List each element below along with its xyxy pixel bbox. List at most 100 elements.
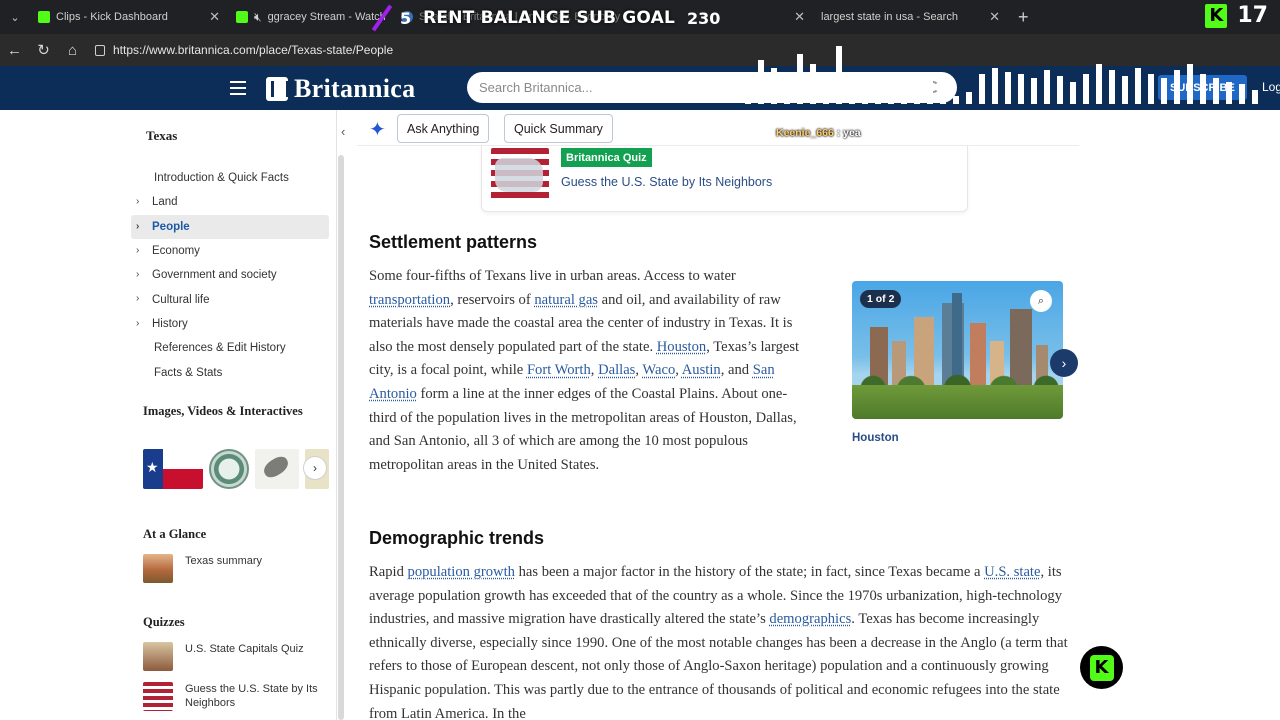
visualizer-bar: [784, 76, 790, 104]
ask-anything-button[interactable]: Ask Anything: [397, 114, 490, 143]
visualizer-bar: [771, 68, 777, 104]
chevron-right-icon[interactable]: ›: [136, 269, 139, 280]
visualizer-bar: [940, 82, 946, 104]
sidebar-item-label: Facts & Stats: [154, 366, 223, 379]
reload-icon[interactable]: ↻: [29, 34, 58, 66]
close-icon[interactable]: ✕: [209, 9, 220, 25]
tab-search-chevron-icon[interactable]: ⌄: [0, 0, 30, 34]
neighbors-quiz-link[interactable]: Guess the U.S. State by Its Neighbors: [143, 682, 325, 711]
visualizer-bar: [1018, 74, 1024, 104]
goal-current: 5: [400, 8, 412, 28]
article-link[interactable]: Fort Worth: [527, 362, 591, 378]
visualizer-bar: [1044, 70, 1050, 104]
settlement-paragraph: Some four-fifths of Texans live in urban…: [369, 265, 814, 477]
demographic-paragraph: Rapid population growth has been a major…: [369, 561, 1081, 720]
article-link[interactable]: natural gas: [534, 292, 598, 308]
article-link[interactable]: Dallas: [598, 362, 635, 378]
chevron-right-icon[interactable]: ›: [136, 245, 139, 256]
visualizer-bar: [992, 68, 998, 104]
kick-favicon-icon: [38, 11, 50, 23]
sidebar-item-history[interactable]: › History: [131, 312, 329, 336]
article-link[interactable]: U.S. state: [984, 564, 1040, 580]
sidebar-item-cultural-life[interactable]: › Cultural life: [131, 287, 329, 311]
sidebar-item-label: Economy: [152, 245, 200, 258]
figure-caption[interactable]: Houston: [852, 432, 899, 444]
visualizer-bar: [1135, 68, 1141, 104]
chevron-right-icon[interactable]: ›: [136, 196, 139, 207]
kick-watermark: K: [1080, 646, 1123, 689]
sidebar-item-land[interactable]: › Land: [131, 190, 329, 214]
quiz-link[interactable]: Guess the U.S. State by Its Neighbors: [561, 175, 772, 189]
sidebar-item-people[interactable]: › People: [131, 214, 329, 239]
visualizer-bar: [953, 96, 959, 104]
chat-text: : yea: [833, 127, 861, 139]
tab-kick-dashboard[interactable]: Clips - Kick Dashboard ✕: [30, 3, 228, 31]
sidebar-scrollbar[interactable]: [338, 155, 344, 720]
texas-seal-thumbnail[interactable]: [209, 449, 249, 489]
article-text: . Texas has become increasingly ethnical…: [369, 611, 1068, 720]
article-text: ,: [590, 362, 599, 379]
article-text: Some four-fifths of Texans live in urban…: [369, 268, 736, 284]
article-link[interactable]: Waco: [642, 362, 675, 378]
visualizer-bar: [927, 76, 933, 104]
chevron-right-icon[interactable]: ›: [136, 293, 139, 304]
article-link[interactable]: population growth: [408, 564, 515, 580]
url-field[interactable]: https://www.britannica.com/place/Texas-s…: [95, 43, 393, 57]
menu-icon[interactable]: [230, 81, 246, 95]
britannica-thistle-icon: [266, 77, 289, 101]
visualizer-bar: [849, 80, 855, 104]
sidebar-item-facts-stats[interactable]: Facts & Stats: [131, 360, 329, 384]
article-link[interactable]: demographics: [769, 611, 851, 627]
next-image-icon[interactable]: ›: [1050, 349, 1078, 377]
houston-figure[interactable]: 1 of 2 ⌕: [852, 281, 1063, 419]
texas-flag-thumbnail[interactable]: ★: [143, 449, 203, 489]
mockingbird-thumbnail[interactable]: [255, 449, 299, 489]
kick-logo-icon: K: [1089, 654, 1114, 681]
site-info-icon[interactable]: [95, 44, 105, 56]
goal-title: RENT BALANCE SUB GOAL: [423, 8, 675, 28]
visualizer-bar: [1187, 64, 1193, 104]
visualizer-bar: [745, 84, 751, 104]
capitals-quiz-link[interactable]: U.S. State Capitals Quiz: [143, 642, 325, 671]
glance-heading: At a Glance: [143, 527, 207, 541]
visualizer-bar: [1161, 78, 1167, 104]
chevron-right-icon[interactable]: ›: [136, 318, 139, 329]
quiz-label: U.S. State Capitals Quiz: [185, 643, 304, 655]
sidebar-item-economy[interactable]: › Economy: [131, 239, 329, 263]
visualizer-bar: [1070, 82, 1076, 104]
sidebar-item-references-edit-history[interactable]: References & Edit History: [131, 336, 329, 360]
quiz-card[interactable]: Britannica Quiz Guess the U.S. State by …: [481, 146, 968, 212]
texas-summary-link[interactable]: Texas summary: [143, 554, 325, 583]
visualizer-bar: [1005, 72, 1011, 104]
visualizer-bar: [1057, 76, 1063, 104]
visualizer-bar: [1122, 76, 1128, 104]
capitol-thumbnail: [143, 642, 173, 671]
quick-summary-button[interactable]: Quick Summary: [504, 114, 613, 143]
quizzes-heading: Quizzes: [143, 615, 185, 629]
back-icon[interactable]: ←: [0, 34, 29, 66]
home-icon[interactable]: ⌂: [58, 34, 87, 66]
article-link[interactable]: transportation: [369, 292, 450, 308]
article-link[interactable]: Austin: [682, 362, 721, 378]
zoom-icon[interactable]: ⌕: [1030, 290, 1052, 312]
mute-icon[interactable]: 🔇︎: [254, 10, 262, 25]
visualizer-bar: [914, 90, 920, 104]
tab-kick-stream[interactable]: 🔇︎ ggracey Stream - Watch Live: [228, 3, 393, 31]
sub-goal-overlay: 5 RENT BALANCE SUB GOAL 230: [371, 4, 720, 32]
chevron-right-icon[interactable]: ›: [303, 456, 327, 480]
sidebar-item-introduction-quick-facts[interactable]: Introduction & Quick Facts: [131, 166, 329, 190]
visualizer-bar: [966, 92, 972, 104]
chevron-right-icon[interactable]: ›: [136, 221, 139, 232]
visualizer-bar: [836, 46, 842, 104]
britannica-logo[interactable]: Britannica: [266, 74, 415, 104]
visualizer-bar: [1096, 64, 1102, 104]
visualizer-bar: [1239, 84, 1245, 104]
sidebar-item-government-and-society[interactable]: › Government and society: [131, 263, 329, 287]
article-link[interactable]: Houston: [657, 339, 706, 355]
sidebar-item-label: History: [152, 317, 188, 330]
visualizer-bar: [1226, 82, 1232, 104]
collapse-sidebar-icon[interactable]: ‹: [341, 124, 345, 139]
url-text: https://www.britannica.com/place/Texas-s…: [113, 43, 394, 57]
settlement-heading: Settlement patterns: [369, 232, 538, 252]
article-text: Rapid: [369, 564, 408, 580]
